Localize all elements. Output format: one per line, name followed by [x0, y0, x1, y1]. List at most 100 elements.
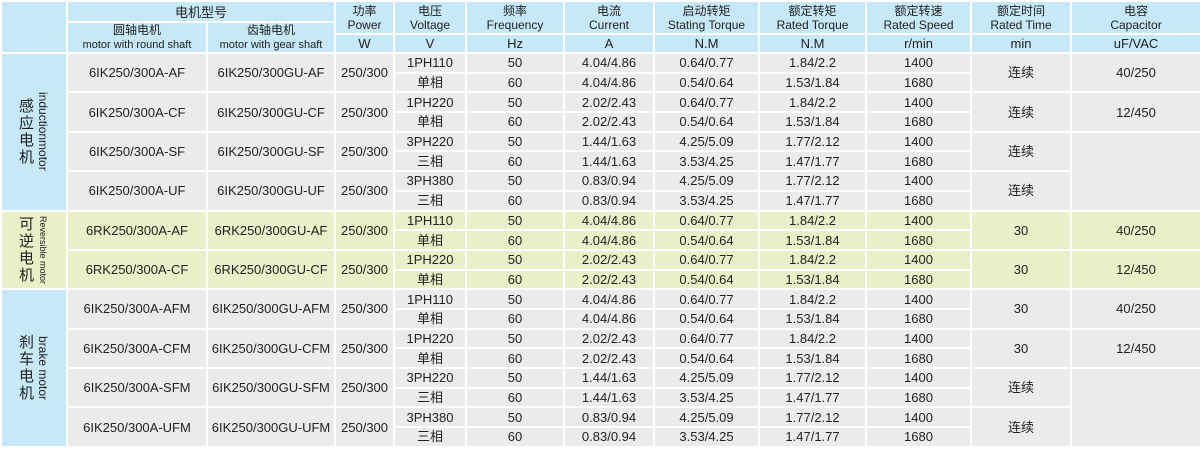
power-value: 250/300 — [335, 132, 394, 171]
gear-shaft-model: 6IK250/300GU-SF — [207, 132, 335, 171]
voltage-value: 三相 — [394, 191, 466, 211]
group-label-wrap: 刹车电机brake motor — [2, 334, 66, 402]
capacitor-value: 40/250 — [1071, 53, 1200, 92]
voltage-value: 3PH220 — [394, 132, 466, 152]
group-label-en: brake motor — [35, 336, 50, 400]
header-zh: 启动转矩 — [683, 4, 731, 18]
header-frequency: 频率Frequency — [466, 1, 564, 34]
rated-torque-value: 1.53/1.84 — [759, 309, 866, 329]
rated-torque-value: 1.84/2.2 — [759, 250, 866, 270]
starting-torque-value: 0.64/0.77 — [654, 92, 759, 112]
table-row: 可逆电机Reversible motor6RK250/300A-AF6RK250… — [1, 211, 1200, 231]
voltage-value: 1PH220 — [394, 92, 466, 112]
rated-speed-value: 1680 — [866, 230, 971, 250]
gear-shaft-model: 6IK250/300GU-AFM — [207, 289, 335, 328]
gear-shaft-model: 6IK250/300GU-UFM — [207, 407, 335, 446]
voltage-value: 三相 — [394, 151, 466, 171]
unit-starting-torque: N.M — [654, 34, 759, 53]
frequency-value: 50 — [466, 407, 564, 427]
current-value: 0.83/0.94 — [564, 191, 654, 211]
starting-torque-value: 3.53/4.25 — [654, 151, 759, 171]
starting-torque-value: 0.64/0.77 — [654, 289, 759, 309]
current-value: 0.83/0.94 — [564, 171, 654, 191]
round-shaft-model: 6RK250/300A-AF — [67, 211, 207, 250]
frequency-value: 60 — [466, 388, 564, 408]
round-shaft-model: 6IK250/300A-AF — [67, 53, 207, 92]
round-shaft-model: 6IK250/300A-SF — [67, 132, 207, 171]
starting-torque-value: 0.54/0.64 — [654, 230, 759, 250]
current-value: 4.04/4.86 — [564, 230, 654, 250]
round-shaft-model: 6IK250/300A-CF — [67, 92, 207, 131]
voltage-value: 单相 — [394, 112, 466, 132]
round-shaft-model: 6RK250/300A-CF — [67, 250, 207, 289]
header-zh: 电容 — [1124, 4, 1148, 18]
current-value: 1.44/1.63 — [564, 368, 654, 388]
power-value: 250/300 — [335, 407, 394, 446]
rated-torque-value: 1.77/2.12 — [759, 171, 866, 191]
rated-torque-value: 1.77/2.12 — [759, 368, 866, 388]
rated-speed-value: 1400 — [866, 92, 971, 112]
voltage-value: 1PH220 — [394, 329, 466, 349]
frequency-value: 60 — [466, 112, 564, 132]
frequency-value: 50 — [466, 211, 564, 231]
rated-torque-value: 1.53/1.84 — [759, 230, 866, 250]
gear-shaft-model: 6IK250/300GU-SFM — [207, 368, 335, 407]
rated-torque-value: 1.53/1.84 — [759, 73, 866, 93]
gear-shaft-model: 6RK250/300GU-AF — [207, 211, 335, 250]
frequency-value: 50 — [466, 171, 564, 191]
starting-torque-value: 3.53/4.25 — [654, 427, 759, 447]
table-row: 刹车电机brake motor6IK250/300A-AFM6IK250/300… — [1, 289, 1200, 309]
rated-speed-value: 1400 — [866, 132, 971, 152]
frequency-value: 60 — [466, 151, 564, 171]
group-label: 刹车电机brake motor — [1, 289, 67, 447]
table-row: 6IK250/300A-CFM6IK250/300GU-CFM250/3001P… — [1, 329, 1200, 349]
power-value: 250/300 — [335, 53, 394, 92]
voltage-value: 1PH110 — [394, 211, 466, 231]
starting-torque-value: 4.25/5.09 — [654, 407, 759, 427]
rated-speed-value: 1680 — [866, 151, 971, 171]
voltage-value: 3PH220 — [394, 368, 466, 388]
frequency-value: 50 — [466, 92, 564, 112]
header-round-shaft: 圆轴电机motor with round shaft — [67, 22, 207, 53]
rated-torque-value: 1.47/1.77 — [759, 388, 866, 408]
table-row: 6IK250/300A-CF6IK250/300GU-CF250/3001PH2… — [1, 92, 1200, 112]
voltage-value: 1PH110 — [394, 53, 466, 73]
unit-capacitor: uF/VAC — [1071, 34, 1200, 53]
table-row: 6IK250/300A-SF6IK250/300GU-SF250/3003PH2… — [1, 132, 1200, 152]
starting-torque-value: 4.25/5.09 — [654, 132, 759, 152]
frequency-value: 60 — [466, 309, 564, 329]
header-zh: 齿轴电机 — [247, 23, 295, 37]
header-en: Frequency — [487, 18, 544, 32]
table-row: 6RK250/300A-CF6RK250/300GU-CF250/3001PH2… — [1, 250, 1200, 270]
rated-time-value: 30 — [971, 289, 1071, 328]
starting-torque-value: 0.64/0.77 — [654, 211, 759, 231]
starting-torque-value: 0.54/0.64 — [654, 73, 759, 93]
current-value: 0.83/0.94 — [564, 427, 654, 447]
unit-rated-speed: r/min — [866, 34, 971, 53]
rated-time-value: 30 — [971, 250, 1071, 289]
unit-power: W — [335, 34, 394, 53]
current-value: 2.02/2.43 — [564, 112, 654, 132]
unit-rated-torque: N.M — [759, 34, 866, 53]
starting-torque-value: 3.53/4.25 — [654, 388, 759, 408]
unit-rated-time: min — [971, 34, 1071, 53]
gear-shaft-model: 6IK250/300GU-CF — [207, 92, 335, 131]
group-label-en: inductionmotor — [35, 92, 50, 171]
rated-speed-value: 1400 — [866, 211, 971, 231]
voltage-value: 单相 — [394, 73, 466, 93]
rated-speed-value: 1680 — [866, 427, 971, 447]
rated-torque-value: 1.84/2.2 — [759, 289, 866, 309]
header-en: motor with round shaft — [83, 39, 192, 51]
current-value: 1.44/1.63 — [564, 151, 654, 171]
power-value: 250/300 — [335, 368, 394, 407]
power-value: 250/300 — [335, 250, 394, 289]
rated-torque-value: 1.53/1.84 — [759, 270, 866, 290]
rated-speed-value: 1400 — [866, 407, 971, 427]
header-en: Current — [589, 18, 629, 32]
current-value: 4.04/4.86 — [564, 53, 654, 73]
starting-torque-value: 0.64/0.77 — [654, 329, 759, 349]
rated-speed-value: 1400 — [866, 289, 971, 309]
rated-torque-value: 1.84/2.2 — [759, 211, 866, 231]
frequency-value: 50 — [466, 53, 564, 73]
rated-torque-value: 1.53/1.84 — [759, 112, 866, 132]
